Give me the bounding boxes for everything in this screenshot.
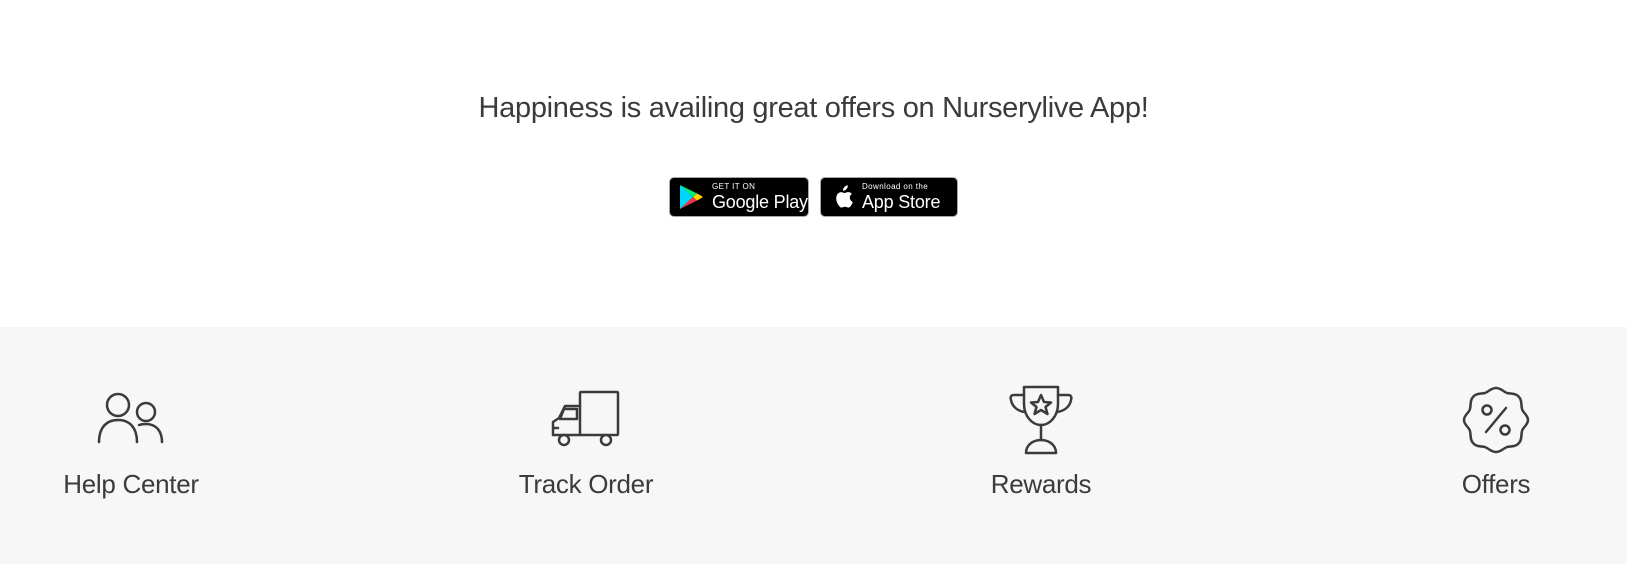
track-order-label: Track Order: [518, 469, 654, 499]
promo-title: Happiness is availing great offers on Nu…: [478, 92, 1149, 124]
google-play-big-text: Google Play: [712, 192, 808, 212]
offers-label: Offers: [1461, 469, 1531, 499]
truck-icon: [551, 390, 620, 447]
google-play-small-text: GET IT ON: [712, 182, 756, 191]
apple-icon: [836, 185, 853, 208]
help-center-label: Help Center: [63, 469, 199, 499]
services-bar: Help Center Track Order Rewards Offers: [0, 327, 1627, 564]
percent-badge-icon: [1462, 386, 1530, 454]
app-promo-section: Happiness is availing great offers on Nu…: [0, 0, 1627, 327]
google-play-badge[interactable]: GET IT ON Google Play: [669, 177, 809, 217]
trophy-icon: [1009, 385, 1073, 455]
people-icon: [97, 392, 164, 444]
app-store-small-text: Download on the: [862, 182, 929, 191]
rewards-label: Rewards: [990, 469, 1092, 499]
store-badges: GET IT ON Google Play Download on the Ap…: [669, 177, 958, 217]
google-play-icon: [680, 185, 703, 209]
app-store-big-text: App Store: [862, 192, 941, 212]
app-store-badge[interactable]: Download on the App Store: [820, 177, 958, 217]
